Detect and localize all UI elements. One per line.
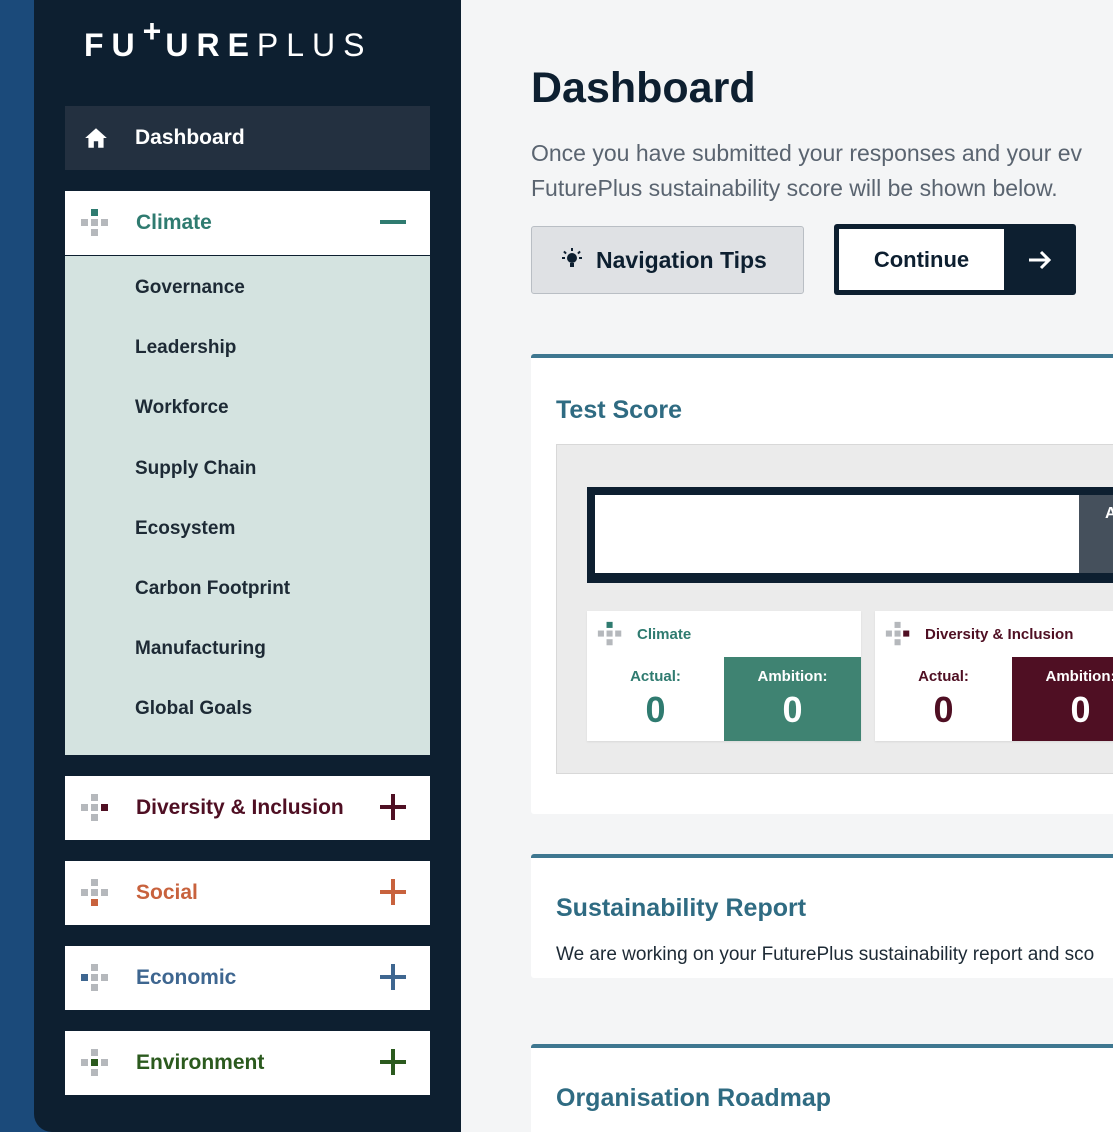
climate-score-card: Climate Actual: 0 Ambition: 0 bbox=[587, 611, 861, 741]
score-bar: A bbox=[587, 487, 1113, 583]
futureplus-logo[interactable]: FU + URE PLUS bbox=[84, 13, 373, 64]
page-title: Dashboard bbox=[531, 64, 756, 112]
sustainability-report-card: Sustainability Report We are working on … bbox=[531, 854, 1113, 978]
mini-card-title: Climate bbox=[637, 625, 692, 643]
sidebar-item-label: Dashboard bbox=[135, 126, 245, 149]
submenu-item-global-goals[interactable]: Global Goals bbox=[135, 698, 252, 720]
score-panel: A Climate Actual: 0 Ambition: 0 Diversit… bbox=[556, 444, 1113, 774]
actual-column: Actual: 0 bbox=[875, 657, 1012, 741]
actual-label: Actual: bbox=[918, 668, 969, 685]
score-bar-label: A bbox=[1105, 505, 1113, 522]
submenu-item-manufacturing[interactable]: Manufacturing bbox=[135, 638, 266, 660]
roadmap-title: Organisation Roadmap bbox=[556, 1084, 832, 1112]
sidebar-item-dashboard[interactable]: Dashboard bbox=[65, 106, 430, 170]
category-label: Economic bbox=[136, 966, 237, 989]
category-label: Climate bbox=[136, 211, 212, 234]
main-content: Dashboard Once you have submitted your r… bbox=[461, 0, 1113, 1132]
ambition-column: Ambition: 0 bbox=[1012, 657, 1113, 741]
submenu-item-supply-chain[interactable]: Supply Chain bbox=[135, 458, 256, 480]
sidebar-category-social[interactable]: Social bbox=[65, 861, 430, 925]
ambition-value: 0 bbox=[782, 689, 803, 730]
category-label: Diversity & Inclusion bbox=[136, 796, 344, 819]
ambition-column: Ambition: 0 bbox=[724, 657, 861, 741]
ambition-value: 0 bbox=[1070, 689, 1091, 730]
sidebar-category-environment[interactable]: Environment bbox=[65, 1031, 430, 1095]
expand-plus-icon[interactable] bbox=[378, 877, 408, 907]
score-bar-ambition: A bbox=[1079, 495, 1113, 573]
submenu-item-leadership[interactable]: Leadership bbox=[135, 337, 236, 359]
sidebar: FU + URE PLUS Dashboard Climate Governan… bbox=[34, 0, 461, 1132]
logo-plus: + bbox=[142, 13, 162, 49]
score-bar-actual bbox=[595, 495, 1079, 573]
expand-plus-icon[interactable] bbox=[378, 792, 408, 822]
category-cross-icon bbox=[81, 794, 108, 821]
submenu-item-governance[interactable]: Governance bbox=[135, 277, 245, 299]
test-score-card: Test Score A Climate Actual: 0 Ambition:… bbox=[531, 354, 1113, 814]
logo-text-c: PLUS bbox=[256, 27, 373, 63]
report-text: We are working on your FuturePlus sustai… bbox=[556, 944, 1095, 965]
diversity-inclusion-score-card: Diversity & Inclusion Actual: 0 Ambition… bbox=[875, 611, 1113, 741]
intro-line-2: FuturePlus sustainability score will be … bbox=[531, 175, 1058, 201]
mini-card-header: Diversity & Inclusion bbox=[885, 621, 1073, 647]
ambition-label: Ambition: bbox=[1045, 668, 1113, 685]
mini-card-header: Climate bbox=[597, 621, 691, 647]
sidebar-category-diversity-inclusion[interactable]: Diversity & Inclusion bbox=[65, 776, 430, 840]
climate-submenu: Governance Leadership Workforce Supply C… bbox=[65, 256, 430, 755]
logo-text-a: FU bbox=[84, 27, 143, 63]
category-cross-icon bbox=[885, 621, 910, 646]
category-cross-icon bbox=[81, 1049, 108, 1076]
continue-label: Continue bbox=[839, 229, 1004, 290]
category-label: Social bbox=[136, 881, 198, 904]
sidebar-category-economic[interactable]: Economic bbox=[65, 946, 430, 1010]
ambition-label: Ambition: bbox=[757, 668, 828, 685]
expand-plus-icon[interactable] bbox=[378, 962, 408, 992]
navigation-tips-label: Navigation Tips bbox=[596, 246, 767, 273]
category-label: Environment bbox=[136, 1051, 265, 1074]
logo-text-b: URE bbox=[165, 27, 257, 63]
lightbulb-icon bbox=[562, 248, 582, 267]
organisation-roadmap-card: Organisation Roadmap bbox=[531, 1044, 1113, 1132]
actual-value: 0 bbox=[933, 689, 954, 730]
category-cross-icon bbox=[597, 621, 622, 646]
report-title: Sustainability Report bbox=[556, 894, 807, 922]
category-cross-icon bbox=[81, 879, 108, 906]
actual-label: Actual: bbox=[630, 668, 681, 685]
navigation-tips-button[interactable]: Navigation Tips bbox=[531, 226, 804, 294]
submenu-item-workforce[interactable]: Workforce bbox=[135, 397, 229, 419]
expand-plus-icon[interactable] bbox=[378, 1047, 408, 1077]
test-score-title: Test Score bbox=[556, 396, 682, 424]
intro-line-1: Once you have submitted your responses a… bbox=[531, 140, 1083, 166]
category-cross-icon bbox=[81, 209, 108, 236]
intro-text: Once you have submitted your responses a… bbox=[531, 136, 1113, 206]
continue-button[interactable]: Continue bbox=[834, 224, 1076, 295]
arrow-right-icon bbox=[1029, 250, 1052, 270]
actual-column: Actual: 0 bbox=[587, 657, 724, 741]
collapse-minus-icon[interactable] bbox=[378, 207, 408, 237]
submenu-item-carbon-footprint[interactable]: Carbon Footprint bbox=[135, 578, 290, 600]
actual-value: 0 bbox=[645, 689, 666, 730]
home-icon bbox=[85, 128, 107, 148]
category-cross-icon bbox=[81, 964, 108, 991]
submenu-item-ecosystem[interactable]: Ecosystem bbox=[135, 518, 235, 540]
mini-card-title: Diversity & Inclusion bbox=[925, 625, 1074, 643]
sidebar-category-climate[interactable]: Climate bbox=[65, 191, 430, 255]
